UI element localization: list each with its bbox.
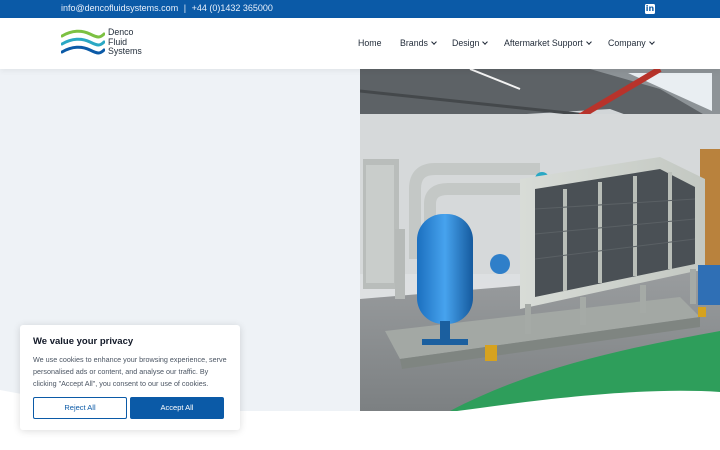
nav-item-aftermarket-support[interactable]: Aftermarket Support [504, 38, 592, 48]
accept-all-button[interactable]: Accept All [130, 397, 224, 419]
nav-item-label: Design [452, 38, 480, 48]
nav-item-label: Brands [400, 38, 428, 48]
reject-all-button[interactable]: Reject All [33, 397, 127, 419]
email-link[interactable]: info@dencofluidsystems.com [61, 3, 178, 13]
top-contact-bar: info@dencofluidsystems.com | +44 (0)1432… [0, 0, 720, 18]
nav-item-label: Home [358, 38, 382, 48]
chevron-down-icon [482, 39, 489, 45]
chevron-down-icon [585, 39, 592, 45]
nav-item-brands[interactable]: Brands [400, 38, 437, 48]
contact-info: info@dencofluidsystems.com | +44 (0)1432… [61, 3, 273, 13]
hero-photo-illustration [360, 69, 720, 411]
main-nav: Home Brands Design Aftermarket Support C… [0, 38, 720, 52]
phone-link[interactable]: +44 (0)1432 365000 [192, 3, 273, 13]
linkedin-icon[interactable]: in [645, 4, 655, 14]
nav-item-label: Company [608, 38, 646, 48]
cookie-title: We value your privacy [33, 336, 134, 347]
nav-item-home[interactable]: Home [358, 38, 381, 48]
cookie-consent-banner: We value your privacy We use cookies to … [20, 325, 240, 430]
cookie-message: We use cookies to enhance your browsing … [33, 355, 227, 388]
chevron-down-icon [648, 39, 655, 45]
contact-separator: | [183, 3, 187, 13]
nav-item-design[interactable]: Design [452, 38, 489, 48]
chevron-down-icon [431, 39, 437, 45]
nav-item-company[interactable]: Company [608, 38, 655, 48]
site-header: Denco Fluid Systems Home Brands Design A… [0, 18, 720, 69]
nav-item-label: Aftermarket Support [504, 38, 583, 48]
hero-image [360, 69, 720, 411]
